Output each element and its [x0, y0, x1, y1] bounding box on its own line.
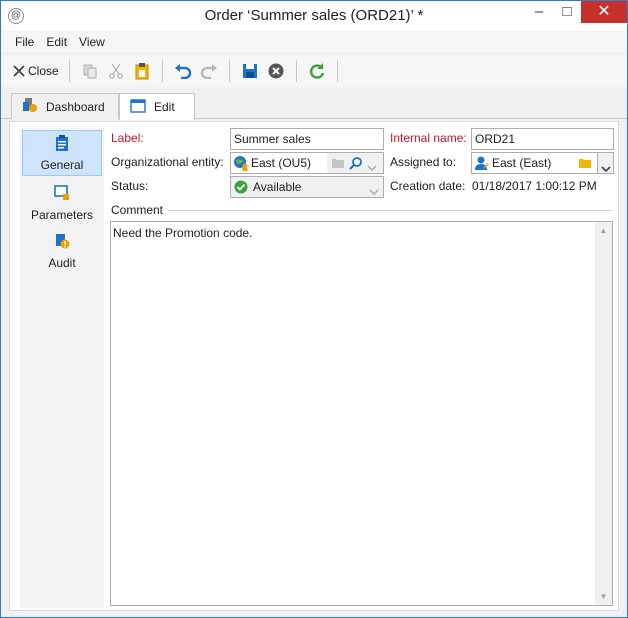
status-select[interactable]: Available — [230, 176, 384, 198]
comment-scrollbar[interactable]: ▲ ▼ — [595, 222, 612, 605]
cancel-button[interactable] — [263, 58, 289, 84]
comment-label: Comment — [111, 203, 164, 217]
org-entity-label: Organizational entity: — [111, 155, 224, 169]
close-button-label: Close — [28, 64, 59, 78]
toolbar-separator — [336, 60, 338, 82]
save-button[interactable] — [237, 58, 263, 84]
label-input[interactable]: Summer sales — [230, 128, 384, 150]
menu-view[interactable]: View — [73, 32, 111, 52]
tab-dashboard-label: Dashboard — [46, 99, 105, 114]
scissors-icon — [106, 61, 126, 81]
user-icon — [474, 155, 490, 173]
globe-user-icon — [233, 155, 249, 173]
order-window: @ Order ‘Summer sales (ORD21)’ * – □ ✕ F… — [0, 0, 628, 618]
search-icon[interactable] — [349, 156, 363, 173]
parameters-icon — [54, 184, 70, 204]
toolbar: Close — [1, 55, 627, 87]
folder-icon[interactable] — [331, 156, 345, 173]
menu-edit[interactable]: Edit — [40, 32, 73, 52]
assigned-to-label: Assigned to: — [390, 155, 457, 169]
window-close-button[interactable]: ✕ — [581, 1, 627, 23]
redo-button[interactable] — [196, 58, 222, 84]
label-field-label: Label: — [111, 131, 144, 145]
copy-button[interactable] — [77, 58, 103, 84]
refresh-button[interactable] — [304, 58, 330, 84]
save-icon — [240, 61, 260, 81]
nav-general[interactable]: General — [22, 130, 102, 176]
clipboard-paste-icon — [132, 61, 152, 81]
tab-edit-label: Edit — [154, 100, 175, 114]
window-controls: – □ ✕ — [525, 1, 627, 25]
org-entity-value: East (OU5) — [251, 156, 312, 170]
edit-window-icon — [130, 98, 146, 116]
minimize-button[interactable]: – — [525, 1, 553, 23]
creation-date-label: Creation date: — [390, 179, 466, 193]
creation-date-value: 01/18/2017 1:00:12 PM — [472, 179, 597, 193]
title-bar: @ Order ‘Summer sales (ORD21)’ * – □ ✕ — [1, 1, 627, 31]
undo-icon — [173, 61, 193, 81]
audit-icon — [54, 233, 70, 252]
nav-parameters[interactable]: Parameters — [22, 180, 102, 226]
nav-parameters-label: Parameters — [30, 207, 94, 222]
toolbar-separator — [228, 60, 230, 82]
org-entity-field[interactable]: East (OU5) — [230, 152, 384, 174]
cancel-circle-icon — [266, 61, 286, 81]
assigned-to-dropdown[interactable] — [597, 152, 614, 174]
menu-bar: File Edit View — [1, 32, 627, 52]
clipboard-icon — [55, 134, 69, 154]
copy-icon — [80, 61, 100, 81]
paste-button[interactable] — [129, 58, 155, 84]
chevron-down-icon[interactable] — [367, 158, 377, 173]
close-button[interactable]: Close — [9, 58, 62, 84]
tab-bar: Dashboard Edit — [1, 89, 627, 120]
undo-button[interactable] — [170, 58, 196, 84]
menu-file[interactable]: File — [9, 32, 40, 52]
redo-icon — [199, 61, 219, 81]
comment-text: Need the Promotion code. — [113, 226, 253, 240]
nav-general-label: General — [40, 157, 84, 172]
comment-textarea[interactable]: Need the Promotion code. ▲ ▼ — [110, 221, 613, 606]
assigned-folder-icon[interactable] — [578, 156, 592, 173]
comment-divider — [168, 210, 612, 211]
scroll-down-icon[interactable]: ▼ — [595, 588, 612, 605]
scroll-up-icon[interactable]: ▲ — [595, 222, 612, 239]
nav-audit[interactable]: Audit — [22, 228, 102, 274]
toolbar-separator — [68, 60, 70, 82]
dashboard-icon — [22, 97, 38, 116]
status-label: Status: — [111, 179, 149, 193]
cut-button[interactable] — [103, 58, 129, 84]
toolbar-separator — [161, 60, 163, 82]
nav-audit-label: Audit — [48, 255, 76, 270]
internal-name-input[interactable]: ORD21 — [471, 128, 614, 150]
status-chevron-icon — [369, 182, 379, 197]
tab-edit[interactable]: Edit — [119, 93, 195, 120]
edit-panel: General Parameters Audit Label: Summer s… — [9, 121, 619, 611]
check-circle-icon — [234, 180, 248, 197]
toolbar-separator — [295, 60, 297, 82]
status-value: Available — [253, 180, 302, 194]
tab-dashboard[interactable]: Dashboard — [11, 93, 119, 119]
assigned-to-value: East (East) — [492, 156, 552, 170]
refresh-icon — [307, 61, 327, 81]
maximize-button[interactable]: □ — [553, 1, 581, 23]
assigned-to-field[interactable]: East (East) — [471, 152, 598, 174]
dropdown-chevron-icon — [601, 159, 611, 173]
side-navigation: General Parameters Audit — [20, 128, 104, 608]
internal-name-label: Internal name: — [390, 131, 467, 145]
close-x-icon — [12, 61, 26, 81]
